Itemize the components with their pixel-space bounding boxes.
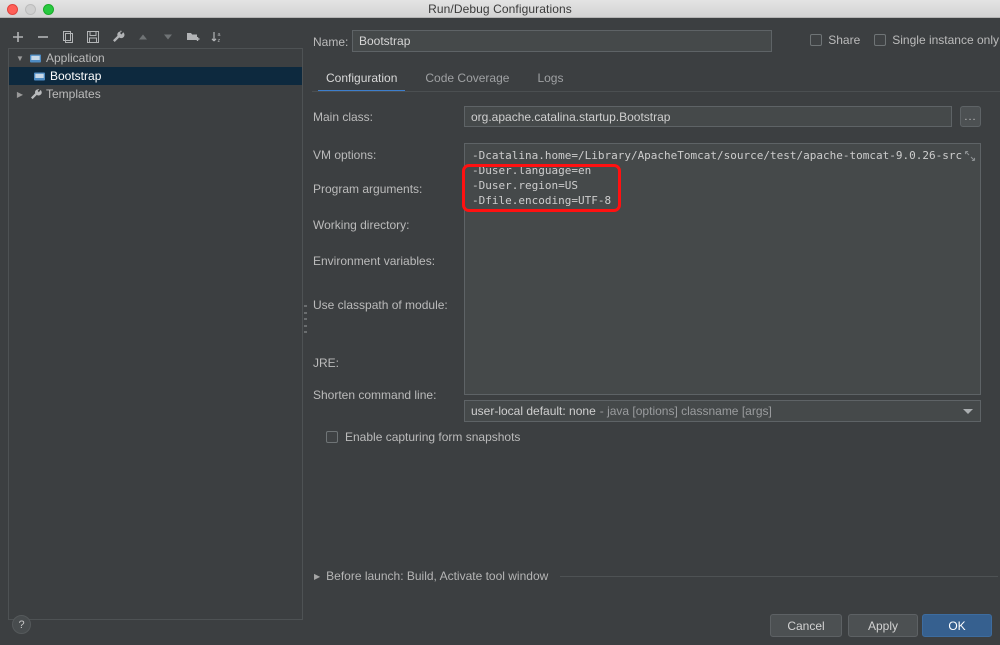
splitter-grip[interactable]	[304, 305, 307, 333]
single-instance-checkbox[interactable]: Single instance only	[874, 33, 999, 47]
use-classpath-of-module-label: Use classpath of module:	[313, 298, 448, 312]
remove-icon[interactable]	[35, 29, 51, 45]
window-titlebar: Run/Debug Configurations	[0, 0, 1000, 18]
run-debug-configurations-window: Run/Debug Configurations a z ▼ Applicati…	[0, 0, 1000, 645]
copy-icon[interactable]	[60, 29, 76, 45]
vm-options-value: -Dcatalina.home=/Library/ApacheTomcat/so…	[472, 149, 963, 207]
enable-capturing-form-snapshots-checkbox[interactable]: Enable capturing form snapshots	[326, 430, 520, 444]
enable-snapshots-label: Enable capturing form snapshots	[345, 430, 521, 444]
checkbox-box[interactable]	[326, 431, 338, 443]
program-arguments-label: Program arguments:	[313, 182, 423, 196]
chevron-right-icon[interactable]: ▶	[15, 89, 25, 99]
help-button[interactable]: ?	[12, 615, 31, 634]
configurations-tree[interactable]: ▼ Application Bootstrap ▶ Templates	[8, 48, 303, 620]
working-directory-label: Working directory:	[313, 218, 410, 232]
shorten-command-line-label: Shorten command line:	[313, 388, 437, 402]
tab-configuration[interactable]: Configuration	[312, 71, 411, 92]
tab-divider	[312, 91, 1000, 92]
before-launch-section[interactable]: ▶ Before launch: Build, Activate tool wi…	[308, 566, 1000, 586]
tree-item-label: Application	[46, 51, 105, 65]
vm-options-label: VM options:	[313, 148, 377, 162]
dialog-footer: ? Cancel Apply OK	[0, 605, 1000, 645]
application-icon	[29, 52, 42, 65]
configuration-detail-panel: Name: Share Single instance only Configu…	[308, 18, 1000, 605]
shorten-command-line-hint: - java [options] classname [args]	[599, 404, 772, 418]
close-window-icon[interactable]	[7, 4, 18, 15]
add-icon[interactable]	[10, 29, 26, 45]
cancel-button[interactable]: Cancel	[770, 614, 842, 637]
configuration-form: Main class: ... VM options: Program argu…	[308, 98, 1000, 583]
tree-item-label: Bootstrap	[50, 69, 102, 83]
traffic-lights	[7, 4, 54, 15]
tree-item-templates[interactable]: ▶ Templates	[9, 85, 302, 103]
checkbox-box[interactable]	[874, 34, 887, 46]
header-checkboxes: Share Single instance only	[810, 33, 999, 47]
expand-editor-icon[interactable]	[964, 149, 976, 162]
main-class-label: Main class:	[313, 110, 374, 124]
before-launch-label: Before launch: Build, Activate tool wind…	[326, 569, 549, 583]
tree-item-application[interactable]: ▼ Application	[9, 49, 302, 67]
chevron-right-icon[interactable]: ▶	[314, 572, 320, 581]
move-down-icon[interactable]	[160, 29, 176, 45]
configuration-tabs: Configuration Code Coverage Logs	[312, 66, 1000, 92]
name-input[interactable]	[352, 30, 772, 52]
jre-label: JRE:	[313, 356, 340, 370]
window-title: Run/Debug Configurations	[428, 1, 572, 16]
browse-main-class-button[interactable]: ...	[960, 106, 981, 127]
tree-item-bootstrap[interactable]: Bootstrap	[9, 67, 302, 85]
save-icon[interactable]	[85, 29, 101, 45]
single-instance-label: Single instance only	[892, 33, 999, 47]
zoom-window-icon[interactable]	[43, 4, 54, 15]
wrench-icon[interactable]	[110, 29, 126, 45]
wrench-icon	[29, 88, 42, 101]
vm-options-textarea[interactable]: -Dcatalina.home=/Library/ApacheTomcat/so…	[464, 143, 981, 395]
configurations-sidebar: az ▼ Application Bootstrap ▶ Templates	[0, 18, 303, 620]
share-checkbox[interactable]: Share	[810, 33, 860, 47]
chevron-down-icon[interactable]: ▼	[15, 53, 25, 63]
application-icon	[33, 70, 46, 83]
name-label: Name:	[313, 35, 349, 49]
name-row: Name: Share Single instance only	[308, 30, 1000, 54]
tab-logs[interactable]: Logs	[523, 71, 577, 92]
tab-code-coverage[interactable]: Code Coverage	[411, 71, 523, 92]
main-class-input[interactable]	[464, 106, 952, 127]
svg-text:z: z	[218, 38, 221, 44]
share-label: Share	[828, 33, 861, 47]
shorten-command-line-value: user-local default: none	[471, 404, 596, 418]
checkbox-box[interactable]	[810, 34, 823, 46]
sort-alphabetically-icon[interactable]: az	[210, 29, 226, 45]
move-up-icon[interactable]	[135, 29, 151, 45]
section-divider	[560, 575, 998, 577]
minimize-window-icon	[25, 4, 36, 15]
shorten-command-line-select[interactable]: user-local default: none - java [options…	[464, 400, 981, 422]
tree-item-label: Templates	[46, 87, 101, 101]
chevron-down-icon[interactable]	[963, 409, 973, 414]
environment-variables-label: Environment variables:	[313, 254, 436, 268]
ok-button[interactable]: OK	[922, 614, 992, 637]
sidebar-toolbar: az	[0, 26, 303, 48]
new-folder-icon[interactable]	[185, 29, 201, 45]
apply-button[interactable]: Apply	[848, 614, 918, 637]
